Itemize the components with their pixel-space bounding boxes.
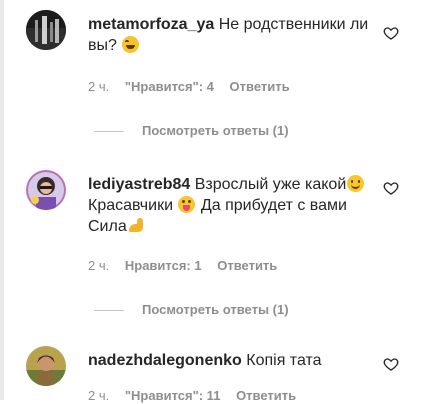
heart-outline-icon[interactable] [383, 356, 399, 372]
comment-meta: 2 ч. "Нравится": 11 Ответить [88, 388, 308, 404]
comment-time[interactable]: 2 ч. [88, 79, 109, 94]
view-replies-button[interactable]: Посмотреть ответы (1) [94, 123, 289, 139]
heart-outline-icon[interactable] [383, 25, 399, 41]
reply-button[interactable]: Ответить [236, 388, 296, 403]
replies-divider-line [94, 310, 124, 312]
avatar-image [26, 10, 66, 50]
comment-body: Взрослый уже какой [194, 176, 347, 193]
left-edge-strip [0, 0, 4, 400]
avatar[interactable] [26, 170, 66, 210]
reply-button[interactable]: Ответить [230, 79, 290, 94]
heart-outline-icon[interactable] [383, 180, 399, 196]
reply-button[interactable]: Ответить [217, 258, 277, 273]
comment-likes[interactable]: "Нравится": 11 [125, 388, 221, 403]
comment-text: metamorfoza_ya Не родственники ли вы? [88, 14, 378, 56]
comment-username[interactable]: metamorfoza_ya [88, 16, 214, 33]
comment-meta: 2 ч. Нравится: 1 Ответить [88, 258, 289, 274]
comment-time[interactable]: 2 ч. [88, 258, 109, 273]
comment-likes[interactable]: Нравится: 1 [125, 258, 202, 273]
laughing-emoji-icon [122, 36, 140, 53]
tongue-emoji-icon [178, 196, 196, 213]
comment-time[interactable]: 2 ч. [88, 388, 109, 403]
comment-text: nadezhdalegonenko Копія тата [88, 350, 378, 371]
comment-meta: 2 ч. "Нравится": 4 Ответить [88, 79, 302, 95]
flexed-bicep-emoji-icon [128, 217, 145, 234]
comment-likes[interactable]: "Нравится": 4 [125, 79, 214, 94]
avatar[interactable] [26, 10, 66, 50]
avatar-image [26, 346, 66, 386]
avatar-image [26, 170, 66, 210]
comment-username[interactable]: nadezhdalegonenko [88, 352, 242, 369]
comment-body: Копія тата [246, 352, 322, 369]
comment-text: lediyastreb84 Взрослый уже какой Красавч… [88, 174, 378, 237]
view-replies-button[interactable]: Посмотреть ответы (1) [94, 302, 289, 318]
view-replies-label: Посмотреть ответы (1) [142, 123, 289, 138]
comment-username[interactable]: lediyastreb84 [88, 176, 190, 193]
replies-divider-line [94, 131, 124, 133]
view-replies-label: Посмотреть ответы (1) [142, 302, 289, 317]
avatar[interactable] [26, 346, 66, 386]
smiling-emoji-icon [347, 175, 365, 192]
comment-body: Красавчики [88, 197, 174, 214]
